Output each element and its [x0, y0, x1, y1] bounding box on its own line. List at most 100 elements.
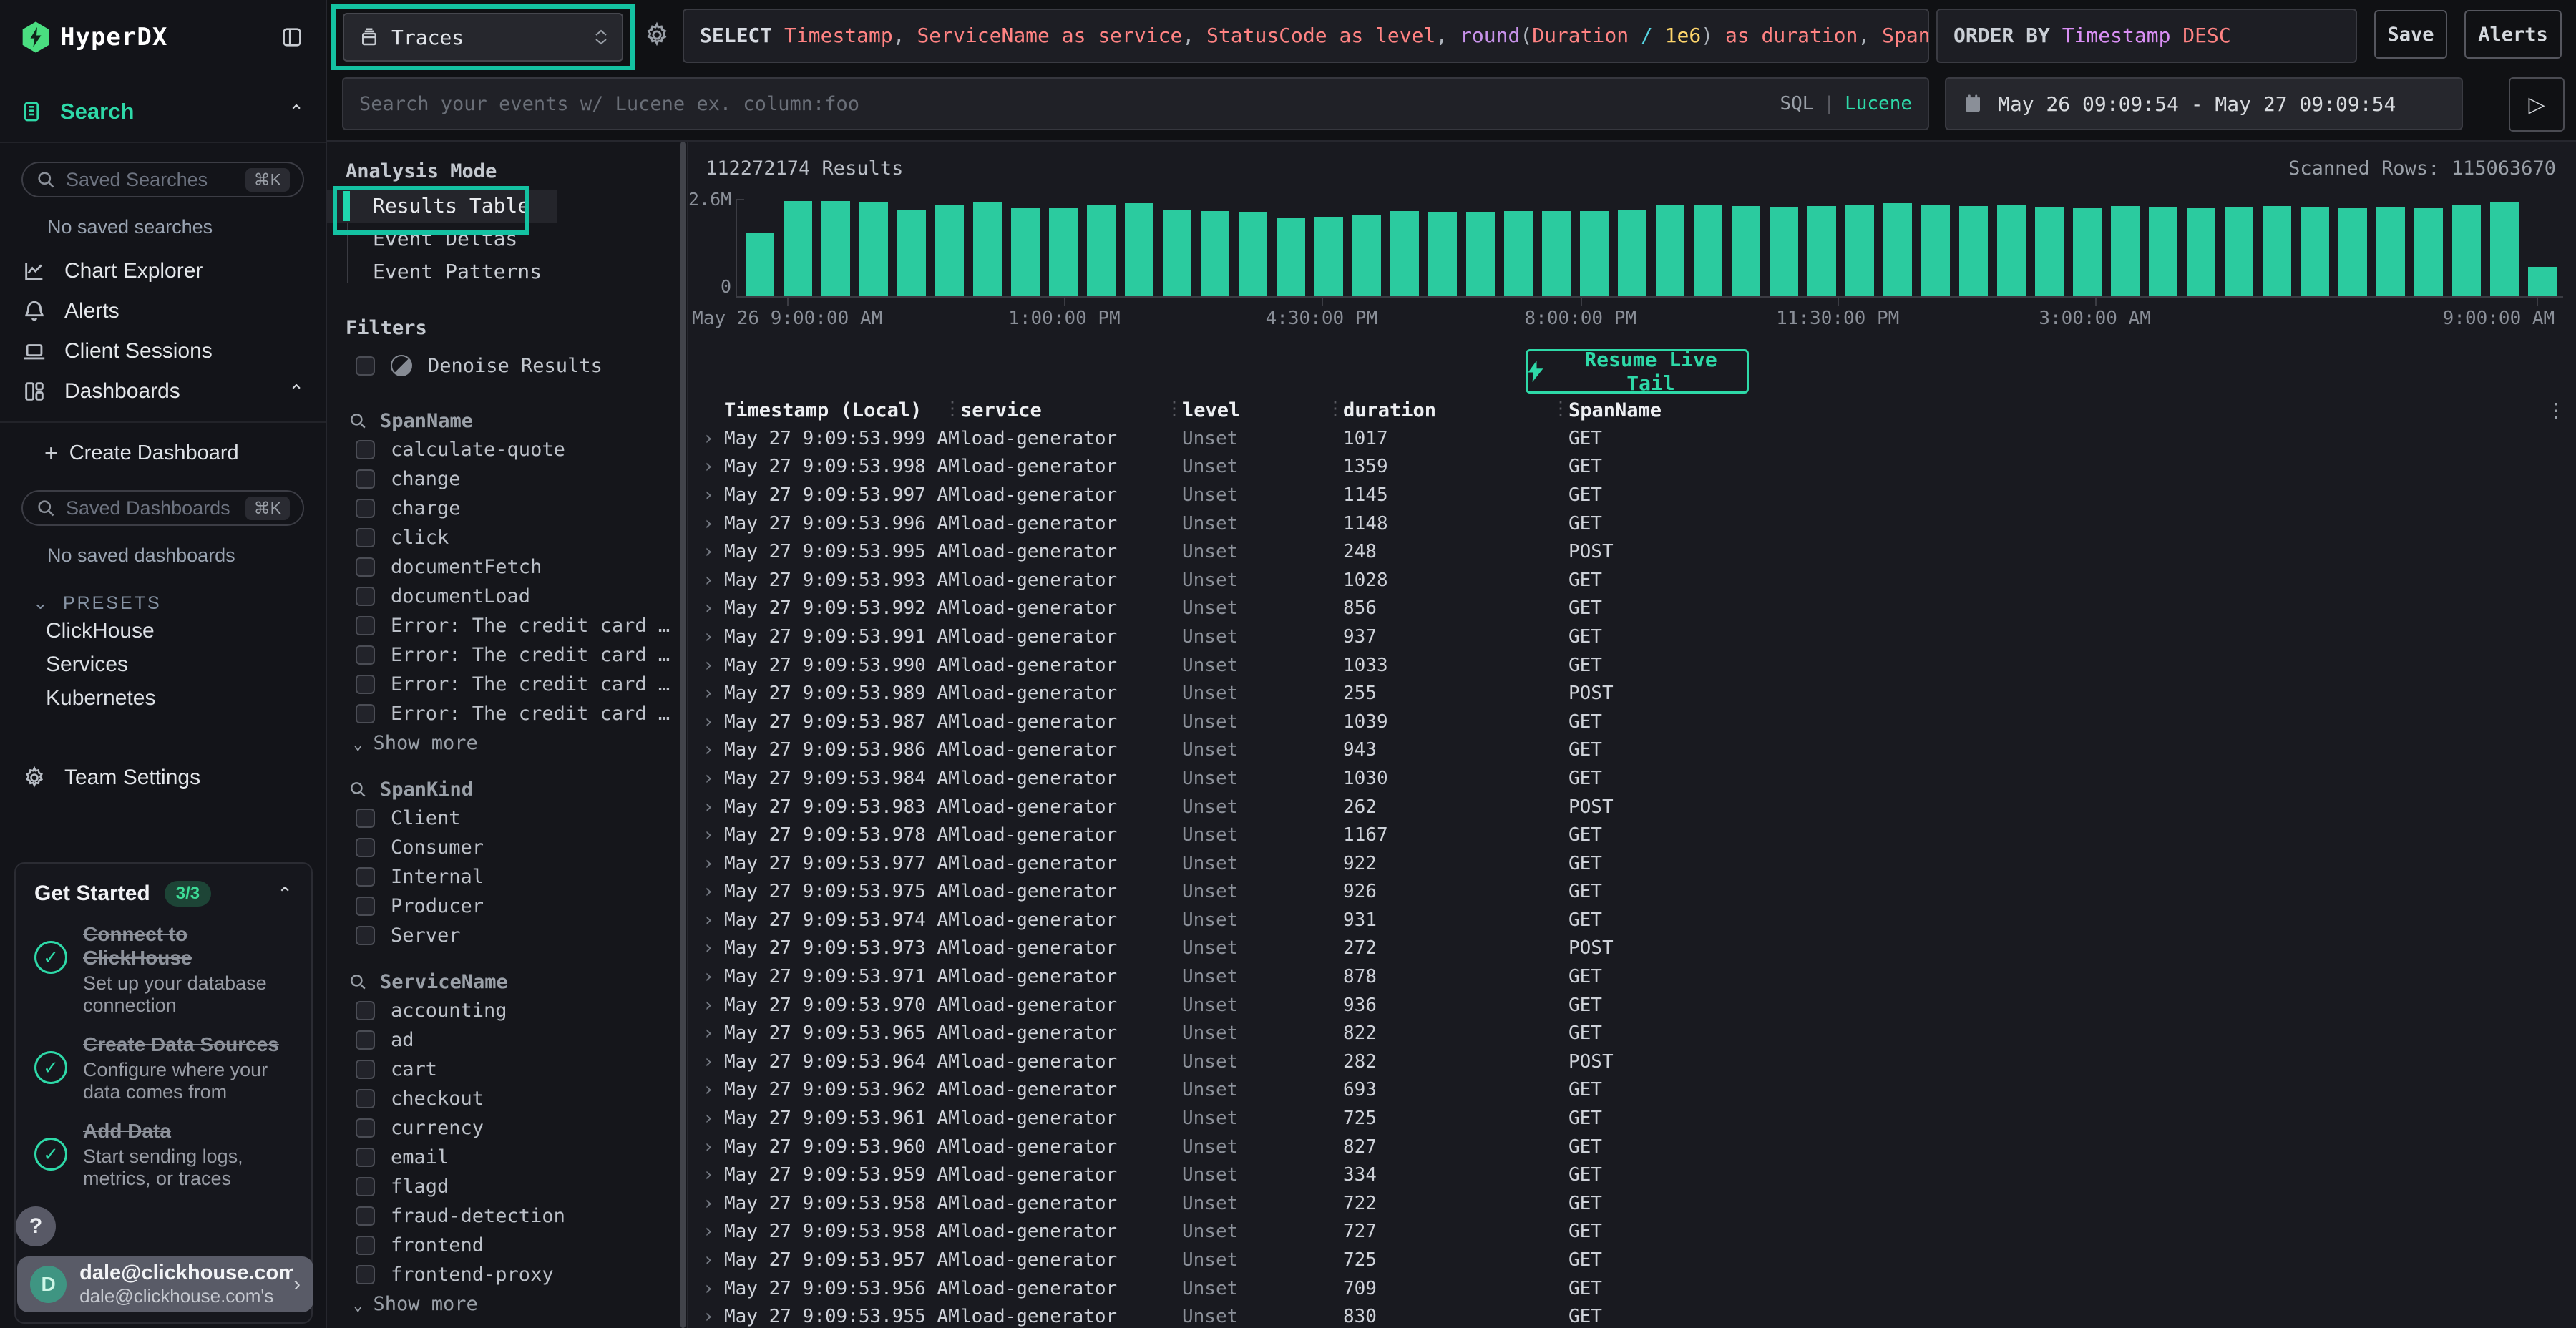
filter-item[interactable]: email	[327, 1143, 687, 1172]
sql-select-editor[interactable]: SELECT Timestamp, ServiceName as service…	[683, 9, 1929, 63]
checkbox[interactable]	[356, 1236, 375, 1255]
column-header-timestamp-local-[interactable]: Timestamp (Local)	[724, 399, 960, 421]
row-expand-chevron-icon[interactable]: ›	[693, 1306, 724, 1327]
filter-group-header[interactable]: SpanName	[327, 406, 687, 435]
get-started-step[interactable]: ✓Create Data SourcesConfigure where your…	[34, 1032, 293, 1103]
filter-item[interactable]: change	[327, 464, 687, 494]
row-expand-chevron-icon[interactable]: ›	[693, 1079, 724, 1100]
filter-item[interactable]: charge	[327, 494, 687, 523]
filter-item[interactable]: Error: The credit card …	[327, 611, 687, 640]
checkbox[interactable]	[356, 1118, 375, 1138]
filter-item[interactable]: calculate-quote	[327, 435, 687, 464]
table-row[interactable]: ›May 27 9:09:53.995 AMload-generatorUnse…	[688, 537, 2576, 566]
sidebar-item-team-settings[interactable]: Team Settings	[0, 758, 326, 798]
checkbox[interactable]	[356, 1060, 375, 1079]
filter-item[interactable]: currency	[327, 1113, 687, 1143]
row-expand-chevron-icon[interactable]: ›	[693, 1051, 724, 1073]
table-row[interactable]: ›May 27 9:09:53.959 AMload-generatorUnse…	[688, 1161, 2576, 1189]
row-expand-chevron-icon[interactable]: ›	[693, 484, 724, 506]
filter-item[interactable]: Producer	[327, 892, 687, 921]
filter-item[interactable]: documentFetch	[327, 552, 687, 582]
table-row[interactable]: ›May 27 9:09:53.992 AMload-generatorUnse…	[688, 595, 2576, 623]
table-row[interactable]: ›May 27 9:09:53.978 AMload-generatorUnse…	[688, 821, 2576, 849]
column-drag-handle[interactable]: ⋮	[1165, 398, 1182, 419]
sidebar-item-search[interactable]: Search ⌃	[0, 92, 326, 132]
row-expand-chevron-icon[interactable]: ›	[693, 1136, 724, 1158]
filter-group-header[interactable]: SpanKind	[327, 775, 687, 804]
row-expand-chevron-icon[interactable]: ›	[693, 626, 724, 648]
get-started-step[interactable]: ✓Add DataStart sending logs, metrics, or…	[34, 1119, 293, 1190]
lucene-mode-button[interactable]: Lucene	[1845, 93, 1912, 114]
row-expand-chevron-icon[interactable]: ›	[693, 881, 724, 902]
row-expand-chevron-icon[interactable]: ›	[693, 597, 724, 619]
checkbox[interactable]	[356, 867, 375, 887]
table-row[interactable]: ›May 27 9:09:53.957 AMload-generatorUnse…	[688, 1246, 2576, 1274]
row-expand-chevron-icon[interactable]: ›	[693, 1164, 724, 1186]
table-row[interactable]: ›May 27 9:09:53.975 AMload-generatorUnse…	[688, 878, 2576, 907]
checkbox[interactable]	[356, 1148, 375, 1167]
row-expand-chevron-icon[interactable]: ›	[693, 995, 724, 1016]
row-expand-chevron-icon[interactable]: ›	[693, 1193, 724, 1214]
filter-group-header[interactable]: ServiceName	[327, 967, 687, 996]
row-expand-chevron-icon[interactable]: ›	[693, 853, 724, 874]
checkbox[interactable]	[356, 499, 375, 518]
help-button[interactable]: ?	[16, 1206, 56, 1246]
table-row[interactable]: ›May 27 9:09:53.996 AMload-generatorUnse…	[688, 509, 2576, 538]
preset-clickhouse[interactable]: ClickHouse	[0, 614, 326, 648]
checkbox[interactable]	[356, 675, 375, 694]
source-select[interactable]: Traces	[343, 13, 623, 62]
table-row[interactable]: ›May 27 9:09:53.964 AMload-generatorUnse…	[688, 1048, 2576, 1076]
filter-item[interactable]: flagd	[327, 1172, 687, 1201]
column-header-duration[interactable]: ⋮duration	[1343, 399, 1568, 421]
checkbox[interactable]	[356, 645, 375, 665]
checkbox[interactable]	[356, 1001, 375, 1020]
checkbox[interactable]	[356, 926, 375, 945]
row-expand-chevron-icon[interactable]: ›	[693, 1278, 724, 1299]
scrollbar[interactable]	[680, 142, 686, 1328]
filter-item[interactable]: accounting	[327, 996, 687, 1025]
denoise-results-toggle[interactable]: Denoise Results	[327, 349, 687, 382]
get-started-header[interactable]: Get Started 3/3 ⌃	[34, 881, 293, 907]
table-row[interactable]: ›May 27 9:09:53.970 AMload-generatorUnse…	[688, 991, 2576, 1020]
table-row[interactable]: ›May 27 9:09:53.971 AMload-generatorUnse…	[688, 962, 2576, 991]
checkbox[interactable]	[356, 1177, 375, 1196]
column-drag-handle[interactable]: ⋮	[1326, 398, 1343, 419]
date-range-picker[interactable]: May 26 09:09:54 - May 27 09:09:54	[1945, 77, 2463, 130]
table-row[interactable]: ›May 27 9:09:53.962 AMload-generatorUnse…	[688, 1076, 2576, 1105]
filter-item[interactable]: fraud-detection	[327, 1201, 687, 1231]
row-expand-chevron-icon[interactable]: ›	[693, 711, 724, 733]
checkbox[interactable]	[356, 616, 375, 635]
row-expand-chevron-icon[interactable]: ›	[693, 739, 724, 761]
checkbox[interactable]	[356, 587, 375, 606]
table-row[interactable]: ›May 27 9:09:53.961 AMload-generatorUnse…	[688, 1104, 2576, 1133]
filter-item[interactable]: click	[327, 523, 687, 552]
row-expand-chevron-icon[interactable]: ›	[693, 683, 724, 704]
alerts-button[interactable]: Alerts	[2464, 10, 2562, 59]
table-row[interactable]: ›May 27 9:09:53.984 AMload-generatorUnse…	[688, 764, 2576, 793]
column-drag-handle[interactable]: ⋮	[943, 398, 960, 419]
presets-toggle[interactable]: ⌄ PRESETS	[33, 592, 326, 614]
table-row[interactable]: ›May 27 9:09:53.973 AMload-generatorUnse…	[688, 934, 2576, 963]
row-expand-chevron-icon[interactable]: ›	[693, 796, 724, 818]
user-menu[interactable]: D dale@clickhouse.com dale@clickhouse.co…	[17, 1256, 313, 1312]
filter-item[interactable]: Error: The credit card …	[327, 640, 687, 670]
sidebar-item-chart-explorer[interactable]: Chart Explorer	[0, 251, 326, 291]
row-expand-chevron-icon[interactable]: ›	[693, 1249, 724, 1271]
preset-kubernetes[interactable]: Kubernetes	[0, 681, 326, 715]
row-expand-chevron-icon[interactable]: ›	[693, 541, 724, 562]
filter-item[interactable]: frontend	[327, 1231, 687, 1260]
sql-orderby-editor[interactable]: ORDER BY Timestamp DESC	[1936, 9, 2357, 63]
checkbox[interactable]	[356, 1030, 375, 1050]
row-expand-chevron-icon[interactable]: ›	[693, 937, 724, 959]
row-expand-chevron-icon[interactable]: ›	[693, 768, 724, 789]
table-row[interactable]: ›May 27 9:09:53.990 AMload-generatorUnse…	[688, 651, 2576, 680]
source-settings-gear-icon[interactable]	[643, 21, 670, 49]
filter-item[interactable]: Error: The credit card …	[327, 670, 687, 699]
analysis-mode-event-deltas[interactable]: Event Deltas	[327, 223, 545, 255]
filter-item[interactable]: Client	[327, 804, 687, 833]
row-expand-chevron-icon[interactable]: ›	[693, 1221, 724, 1242]
table-row[interactable]: ›May 27 9:09:53.974 AMload-generatorUnse…	[688, 906, 2576, 934]
row-expand-chevron-icon[interactable]: ›	[693, 909, 724, 931]
filter-item[interactable]: Error: The credit card …	[327, 699, 687, 728]
filter-item[interactable]: Consumer	[327, 833, 687, 862]
